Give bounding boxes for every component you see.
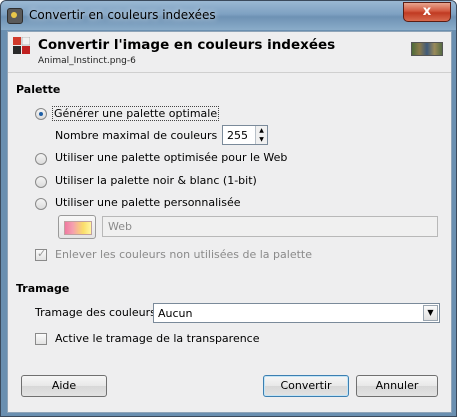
dialog-window: Convertir en couleurs indexées x Convert… bbox=[0, 0, 457, 417]
palette-section-title: Palette bbox=[16, 83, 61, 96]
dialog-body: Convertir l'image en couleurs indexées A… bbox=[7, 31, 452, 413]
palette-gradient-icon bbox=[64, 221, 92, 235]
max-colors-spinner[interactable]: 255 ▲ ▼ bbox=[222, 125, 268, 145]
transparency-dither-checkbox[interactable] bbox=[35, 333, 47, 345]
max-colors-label: Nombre maximal de couleurs : bbox=[55, 129, 225, 142]
dialog-header: Convertir l'image en couleurs indexées A… bbox=[8, 32, 451, 73]
radio-web-palette-label[interactable]: Utiliser une palette optimisée pour le W… bbox=[55, 151, 287, 164]
color-dither-select[interactable]: Aucun ▼ bbox=[153, 303, 440, 323]
radio-bw-palette[interactable] bbox=[35, 176, 47, 188]
chevron-down-icon[interactable]: ▼ bbox=[423, 305, 438, 321]
radio-bw-palette-label[interactable]: Utiliser la palette noir & blanc (1-bit) bbox=[55, 174, 257, 187]
dithering-section-title: Tramage bbox=[16, 282, 70, 295]
title-bar[interactable]: Convertir en couleurs indexées x bbox=[1, 1, 456, 30]
help-button[interactable]: Aide bbox=[21, 375, 107, 397]
spinner-arrows-icon[interactable]: ▲ ▼ bbox=[255, 126, 267, 144]
remove-unused-label: Enlever les couleurs non utilisées de la… bbox=[55, 248, 312, 261]
gimp-icon bbox=[7, 8, 23, 24]
image-name: Animal_Instinct.png-6 bbox=[38, 56, 136, 66]
convert-button[interactable]: Convertir bbox=[263, 375, 349, 397]
radio-custom-palette-label[interactable]: Utiliser une palette personnalisée bbox=[55, 196, 241, 209]
radio-optimal-palette[interactable] bbox=[35, 108, 47, 120]
close-button[interactable]: x bbox=[403, 2, 451, 22]
radio-web-palette[interactable] bbox=[35, 153, 47, 165]
palette-icon bbox=[13, 37, 30, 54]
remove-unused-checkbox[interactable] bbox=[35, 247, 47, 261]
radio-optimal-palette-label[interactable]: Générer une palette optimale bbox=[52, 106, 220, 121]
radio-custom-palette[interactable] bbox=[35, 198, 47, 210]
max-colors-value[interactable]: 255 bbox=[227, 129, 248, 142]
cancel-button[interactable]: Annuler bbox=[356, 375, 438, 397]
palette-select-button[interactable] bbox=[58, 215, 96, 239]
window-title: Convertir en couleurs indexées bbox=[29, 8, 216, 22]
custom-palette-entry[interactable]: Web bbox=[102, 216, 438, 237]
image-thumbnail bbox=[411, 42, 443, 56]
transparency-dither-label[interactable]: Active le tramage de la transparence bbox=[55, 332, 260, 345]
header-title: Convertir l'image en couleurs indexées bbox=[38, 37, 336, 53]
color-dither-label: Tramage des couleurs bbox=[35, 306, 156, 319]
color-dither-value[interactable]: Aucun bbox=[158, 307, 193, 320]
